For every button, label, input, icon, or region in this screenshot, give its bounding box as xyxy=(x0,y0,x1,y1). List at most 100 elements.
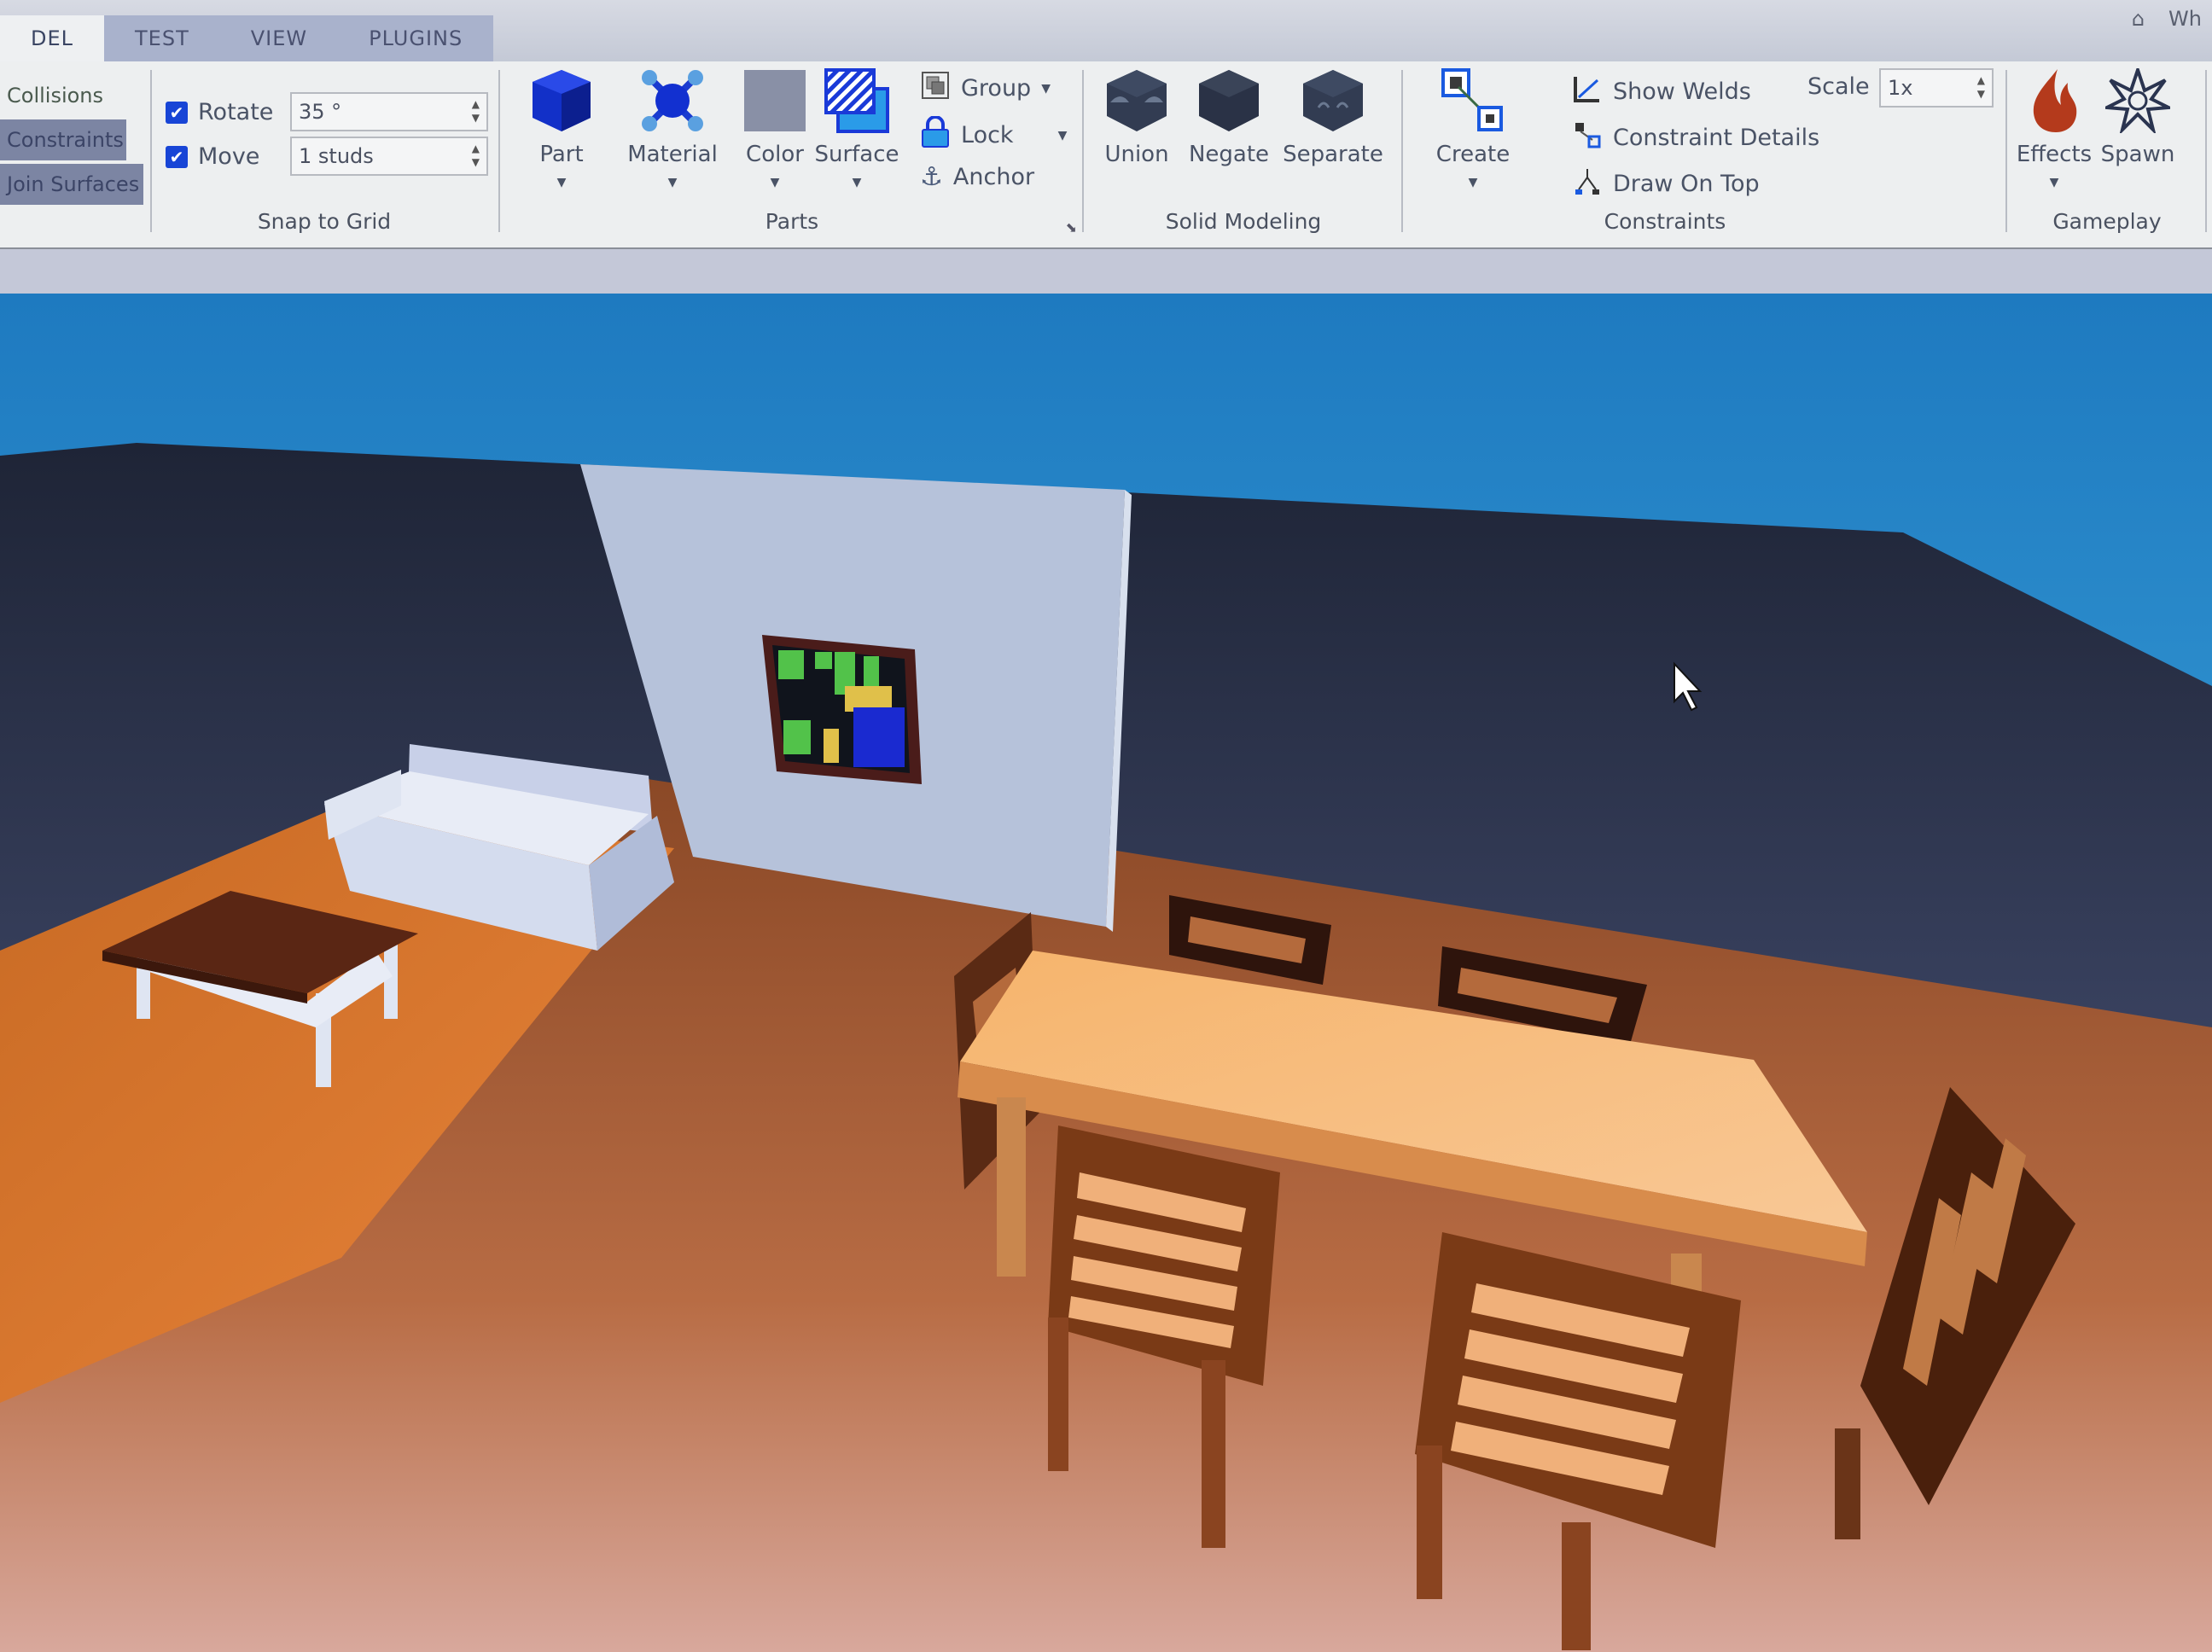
effects-button[interactable]: Effects ▼ xyxy=(2007,67,2101,189)
draw-on-top-label: Draw On Top xyxy=(1613,171,1760,197)
color-label: Color xyxy=(746,142,804,167)
surface-button[interactable]: Surface ▼ xyxy=(806,67,908,189)
rotate-spin-arrows[interactable]: ▲ ▼ xyxy=(472,97,480,125)
rotate-increment-input[interactable]: 35 ° ▲ ▼ xyxy=(290,92,488,131)
separator xyxy=(1401,70,1403,232)
separator xyxy=(150,70,152,232)
draw-on-top-toggle[interactable]: Draw On Top xyxy=(1572,166,1760,202)
scene-canvas[interactable] xyxy=(0,294,2212,1652)
material-icon xyxy=(638,67,707,135)
scale-input[interactable]: 1x ▲ ▼ xyxy=(1879,68,1994,108)
separate-icon xyxy=(1299,67,1367,135)
constraints-label: Constraints xyxy=(1604,209,1726,234)
draw-on-top-icon xyxy=(1572,166,1603,202)
lock-label: Lock xyxy=(961,122,1014,148)
collisions-toggle[interactable]: Collisions xyxy=(0,75,103,116)
part-label: Part xyxy=(539,142,584,167)
part-button[interactable]: Part ▼ xyxy=(510,67,613,189)
ribbon-tabs: DEL TEST VIEW PLUGINS xyxy=(0,15,494,61)
separate-button[interactable]: Separate xyxy=(1282,67,1384,167)
lock-icon xyxy=(920,115,951,154)
union-button[interactable]: Union xyxy=(1086,67,1188,167)
surface-label: Surface xyxy=(814,142,899,167)
material-button[interactable]: Material ▼ xyxy=(621,67,724,189)
color-swatch-icon xyxy=(741,67,809,135)
group-dropdown-caret[interactable]: ▼ xyxy=(1041,82,1051,96)
union-icon xyxy=(1103,67,1171,135)
constraint-details-icon xyxy=(1572,119,1603,156)
lock-dropdown-caret[interactable]: ▼ xyxy=(1058,129,1068,143)
effects-label: Effects xyxy=(2016,142,2093,167)
tab-test[interactable]: TEST xyxy=(104,15,220,61)
top-right-label[interactable]: Wh xyxy=(2168,7,2202,31)
tab-group: TEST VIEW PLUGINS xyxy=(104,15,494,61)
parts-label: Parts xyxy=(765,209,819,234)
constraint-details-toggle[interactable]: Constraint Details xyxy=(1572,119,1819,156)
cube-icon xyxy=(527,67,596,135)
negate-label: Negate xyxy=(1188,142,1270,167)
rotate-snap-toggle[interactable]: ✔ Rotate xyxy=(166,99,273,125)
tab-model[interactable]: DEL xyxy=(0,15,105,61)
separator xyxy=(2205,70,2207,232)
constraints-label: Constraints xyxy=(7,128,124,152)
group-label: Group xyxy=(961,75,1032,102)
solid-modeling-label: Solid Modeling xyxy=(1165,209,1322,234)
rotate-increment-value: 35 ° xyxy=(299,100,342,124)
show-welds-icon xyxy=(1572,73,1603,110)
negate-button[interactable]: Negate xyxy=(1178,67,1280,167)
spawn-icon xyxy=(2104,67,2172,135)
scale-field: Scale xyxy=(1807,73,1870,100)
lock-button[interactable]: Lock ▼ xyxy=(920,115,1068,154)
gameplay-group: Effects ▼ Spawn Gameplay xyxy=(2009,61,2205,247)
surface-icon xyxy=(823,67,891,135)
material-dropdown-caret[interactable]: ▼ xyxy=(668,176,678,189)
move-snap-toggle[interactable]: ✔ Move xyxy=(166,143,259,170)
material-label: Material xyxy=(627,142,718,167)
anchor-icon: ⚓ xyxy=(920,162,943,192)
show-welds-toggle[interactable]: Show Welds xyxy=(1572,73,1751,110)
gameplay-label: Gameplay xyxy=(2052,209,2162,234)
left-panel-group: Collisions Constraints Join Surfaces xyxy=(0,61,145,247)
move-increment-input[interactable]: 1 studs ▲ ▼ xyxy=(290,137,488,176)
tab-plugins[interactable]: PLUGINS xyxy=(338,15,494,61)
group-button[interactable]: Group ▼ xyxy=(920,70,1051,107)
fire-icon xyxy=(2020,67,2088,135)
top-right-area: ⌂ Wh xyxy=(2132,7,2202,31)
scale-spin-arrows[interactable]: ▲ ▼ xyxy=(1977,73,1985,101)
3d-viewport[interactable] xyxy=(0,294,2212,1652)
anchor-button[interactable]: ⚓ Anchor xyxy=(920,162,1034,192)
parts-group: Part ▼ Material ▼ Color ▼ Surface ▼ Grou… xyxy=(502,61,1082,247)
create-constraint-button[interactable]: Create ▼ xyxy=(1422,67,1524,189)
part-dropdown-caret[interactable]: ▼ xyxy=(557,176,567,189)
separator xyxy=(1082,70,1084,232)
join-surfaces-label: Join Surfaces xyxy=(7,172,140,196)
color-dropdown-caret[interactable]: ▼ xyxy=(771,176,780,189)
constraint-details-label: Constraint Details xyxy=(1613,125,1820,151)
move-label: Move xyxy=(198,143,260,170)
surface-dropdown-caret[interactable]: ▼ xyxy=(853,176,862,189)
ribbon: Collisions Constraints Join Surfaces ✔ R… xyxy=(0,61,2212,249)
tab-view[interactable]: VIEW xyxy=(219,15,339,61)
move-increment-value: 1 studs xyxy=(299,144,374,168)
effects-dropdown-caret[interactable]: ▼ xyxy=(2050,176,2059,189)
collapse-ribbon-icon[interactable]: ⌂ xyxy=(2132,7,2145,31)
constraints-toggle[interactable]: Constraints xyxy=(0,119,126,160)
move-checkbox[interactable]: ✔ xyxy=(166,145,188,168)
title-bar: DEL TEST VIEW PLUGINS ⌂ Wh xyxy=(0,0,2212,61)
join-surfaces-toggle[interactable]: Join Surfaces xyxy=(0,164,143,205)
create-dropdown-caret[interactable]: ▼ xyxy=(1469,176,1478,189)
anchor-label: Anchor xyxy=(952,164,1035,190)
spawn-button[interactable]: Spawn xyxy=(2091,67,2185,167)
spawn-label: Spawn xyxy=(2100,142,2175,167)
scale-value: 1x xyxy=(1888,76,1913,100)
snap-to-grid-group: ✔ Rotate 35 ° ▲ ▼ ✔ Move 1 studs ▲ ▼ Snap … xyxy=(154,61,495,247)
move-spin-arrows[interactable]: ▲ ▼ xyxy=(472,142,480,169)
scale-label: Scale xyxy=(1807,73,1870,100)
rotate-checkbox[interactable]: ✔ xyxy=(166,101,188,124)
negate-icon xyxy=(1195,67,1263,135)
separator xyxy=(498,70,500,232)
parts-settings-launcher-icon[interactable]: ⬊ xyxy=(1066,219,1077,236)
painting xyxy=(762,635,922,784)
create-label: Create xyxy=(1435,142,1511,167)
rotate-label: Rotate xyxy=(198,99,274,125)
